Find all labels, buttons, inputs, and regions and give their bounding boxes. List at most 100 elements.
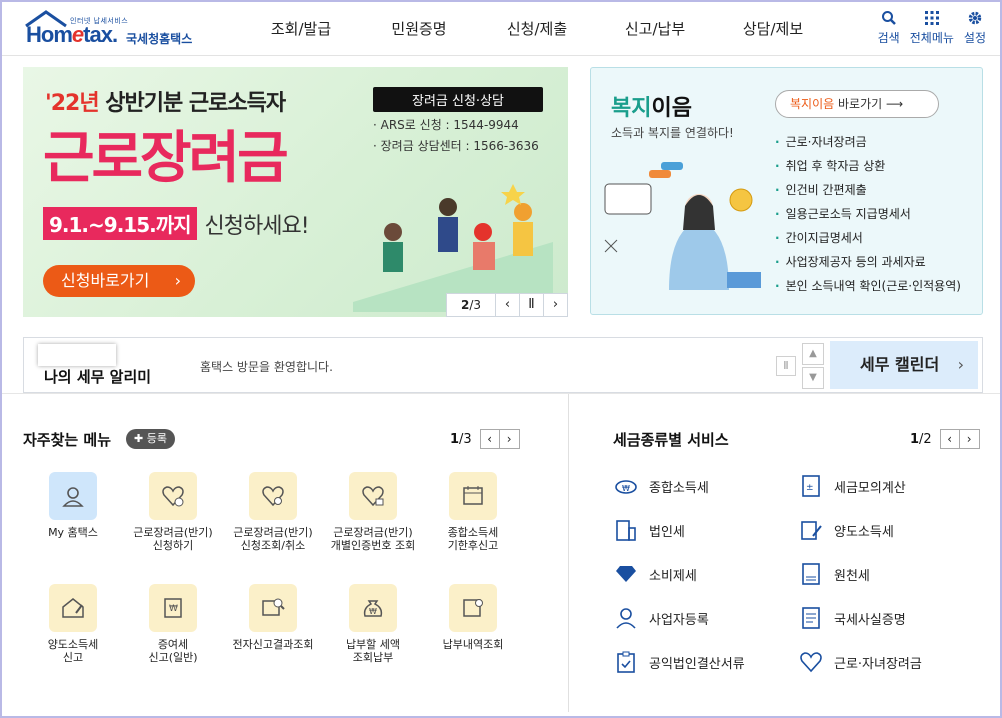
- nav-consult[interactable]: 상담/제보: [714, 2, 832, 56]
- banner-date: 9.1.~9.15.까지: [43, 207, 197, 240]
- tax-calendar-button[interactable]: 세무 캘린더 ›: [830, 341, 978, 389]
- banner-info: 장려금 신청·상담 · ARS로 신청 : 1544-9944 · 장려금 상담…: [373, 87, 543, 154]
- apply-shortcut-button[interactable]: 신청바로가기 ›: [43, 265, 195, 297]
- search-button[interactable]: 검색: [878, 10, 900, 46]
- welfare-shortcut-button[interactable]: 복지이음 바로가기 ⟶: [775, 90, 939, 118]
- register-label: 등록: [146, 432, 167, 445]
- nav-apply-submit[interactable]: 신청/제출: [478, 2, 596, 56]
- gift-doc-icon: ₩: [149, 584, 197, 632]
- header: 인터넷 납세서비스 Hometax. 국세청홈택스 조회/발급 민원증명 신청/…: [2, 2, 1000, 56]
- tax-service-item[interactable]: 국세사실증명: [798, 605, 906, 631]
- welfare-link[interactable]: · 인건비 간편제출: [775, 178, 961, 202]
- apply-shortcut-label: 신청바로가기: [61, 271, 150, 290]
- quick-menu-item[interactable]: 납부내역조회: [423, 584, 523, 651]
- quick-menu-page: 1/3: [450, 432, 472, 447]
- quick-menu-item[interactable]: My 홈택스: [23, 472, 123, 539]
- receipt-search-icon: [449, 584, 497, 632]
- tax-service-label: 공익법인결산서류: [649, 656, 745, 672]
- nav-report-pay[interactable]: 신고/납부: [596, 2, 714, 56]
- banner-pagination: 2/3: [447, 294, 495, 316]
- quick-menu-item[interactable]: 전자신고결과조회: [223, 584, 323, 651]
- banner-center-line: · 장려금 상담센터 : 1566-3636: [373, 139, 539, 153]
- quick-menu-prev-button[interactable]: ‹: [479, 429, 500, 449]
- person-icon: [613, 605, 639, 631]
- house-pen-icon: [49, 584, 97, 632]
- doc-search-icon: [249, 584, 297, 632]
- tax-service-label: 근로·자녀장려금: [834, 656, 922, 672]
- tax-service-item[interactable]: 소비제세: [613, 561, 697, 587]
- bullet-icon: ·: [775, 231, 780, 245]
- quick-menu-item[interactable]: 근로장려금(반기) 개별인증번호 조회: [323, 472, 423, 552]
- all-menu-button[interactable]: 전체메뉴: [910, 10, 954, 46]
- tax-services-pager: 1/2 ‹ ›: [910, 429, 980, 449]
- welfare-title-b: 이음: [651, 96, 692, 121]
- welfare-link[interactable]: · 간이지급명세서: [775, 226, 961, 250]
- welfare-link[interactable]: · 일용근로소득 지급명세서: [775, 202, 961, 226]
- quick-menu-item[interactable]: ₩ 증여세 신고(일반): [123, 584, 223, 664]
- tax-service-item[interactable]: ± 세금모의계산: [798, 473, 906, 499]
- bullet-icon: ·: [775, 159, 780, 173]
- tax-service-label: 종합소득세: [649, 480, 709, 496]
- bullet-icon: ·: [775, 255, 780, 269]
- main-banner[interactable]: '22년 상반기분 근로소득자 근로장려금 9.1.~9.15.까지 신청하세요…: [23, 67, 568, 317]
- tax-services-page-current: 1: [910, 431, 920, 447]
- all-menu-label: 전체메뉴: [909, 31, 954, 45]
- clipboard-check-icon: [613, 649, 639, 675]
- notice-prev-button[interactable]: ▲: [802, 343, 824, 365]
- notice-pause-button[interactable]: Ⅱ: [776, 356, 796, 376]
- plus-icon: ✚: [134, 432, 147, 445]
- quick-menu-item[interactable]: 종합소득세 기한후신고: [423, 472, 523, 552]
- banner-next-button[interactable]: ›: [543, 294, 567, 316]
- nav-inquiry-issue[interactable]: 조회/발급: [242, 2, 360, 56]
- tax-services-prev-button[interactable]: ‹: [939, 429, 960, 449]
- welfare-link[interactable]: · 근로·자녀장려금: [775, 130, 961, 154]
- welfare-link[interactable]: · 취업 후 학자금 상환: [775, 154, 961, 178]
- tax-service-item[interactable]: 법인세: [613, 517, 685, 543]
- user-icon: [49, 472, 97, 520]
- tax-service-item[interactable]: 원천세: [798, 561, 870, 587]
- quick-menu-item[interactable]: 근로장려금(반기) 신청하기: [123, 472, 223, 552]
- search-icon: [881, 11, 896, 25]
- tax-services-title: 세금종류별 서비스: [613, 431, 729, 449]
- quick-menu-item[interactable]: 근로장려금(반기) 신청조회/취소: [223, 472, 323, 552]
- tax-services-next-button[interactable]: ›: [959, 429, 980, 449]
- tax-services-page: 1/2: [910, 432, 932, 447]
- settings-button[interactable]: 설정: [964, 10, 986, 46]
- quick-menu-label: 납부할 세액 조회납부: [345, 638, 401, 664]
- quick-menu-label: 전자신고결과조회: [232, 638, 314, 651]
- welfare-link[interactable]: · 본인 소득내역 확인(근로·인적용역): [775, 274, 961, 298]
- tax-service-item[interactable]: 근로·자녀장려금: [798, 649, 922, 675]
- diamond-icon: [613, 561, 639, 587]
- utility-menu: 검색 전체메뉴 설정: [878, 10, 986, 46]
- global-nav: 조회/발급 민원증명 신청/제출 신고/납부 상담/제보: [242, 2, 832, 56]
- tax-service-item[interactable]: ₩ 종합소득세: [613, 473, 709, 499]
- logo-brand: Hometax.: [26, 22, 118, 48]
- chevron-right-icon: ›: [957, 355, 964, 374]
- banner-page-total: /3: [469, 298, 482, 312]
- notice-title: 나의 세무 알리미: [44, 368, 152, 386]
- quick-menu-title: 자주찾는 메뉴: [23, 431, 112, 449]
- welfare-banner: 복지이음 소득과 복지를 연결하다! 복지이음 바로가기 ⟶ · 근로·자녀장려금…: [590, 67, 983, 315]
- quick-menu-label: 증여세 신고(일반): [148, 638, 198, 664]
- notice-message[interactable]: 홈택스 방문을 환영합니다.: [200, 358, 333, 375]
- column-divider: [568, 394, 569, 712]
- quick-menu-next-button[interactable]: ›: [499, 429, 520, 449]
- tax-service-item[interactable]: 사업자등록: [613, 605, 709, 631]
- woman-welfare-illustration: [604, 162, 761, 290]
- banner-controls: 2/3 ‹ Ⅱ ›: [446, 293, 568, 317]
- quick-menu-item[interactable]: 양도소득세 신고: [23, 584, 123, 664]
- svg-text:₩: ₩: [369, 607, 377, 616]
- register-button[interactable]: ✚ 등록: [126, 429, 175, 449]
- quick-menu-item[interactable]: ₩ 납부할 세액 조회납부: [323, 584, 423, 664]
- banner-prev-button[interactable]: ‹: [495, 294, 519, 316]
- hometax-logo[interactable]: 인터넷 납세서비스 Hometax. 국세청홈택스: [22, 8, 212, 50]
- building-icon: [613, 517, 639, 543]
- nav-certificates[interactable]: 민원증명: [360, 2, 478, 56]
- tax-service-item[interactable]: 공익법인결산서류: [613, 649, 745, 675]
- notice-next-button[interactable]: ▼: [802, 367, 824, 389]
- welfare-link[interactable]: · 사업장제공자 등의 과세자료: [775, 250, 961, 274]
- tax-service-item[interactable]: 양도소득세: [798, 517, 894, 543]
- banner-dates: 9.1.~9.15.까지 신청하세요!: [43, 207, 310, 240]
- banner-pause-button[interactable]: Ⅱ: [519, 294, 543, 316]
- money-bag-icon: ₩: [349, 584, 397, 632]
